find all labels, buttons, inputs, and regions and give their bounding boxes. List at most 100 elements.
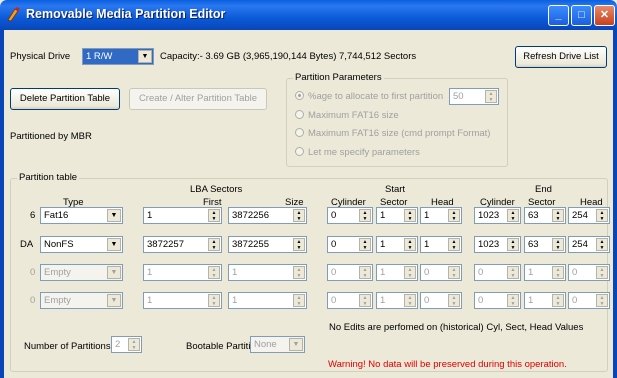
partition-s-sec-value: 1 xyxy=(380,210,386,221)
radio-specify-parameters-label: Let me specify parameters xyxy=(308,147,420,158)
partition-e-head-spinner[interactable]: 254 ▲ ▼ xyxy=(568,236,610,253)
partition-s-cyl-spinner[interactable]: 0 ▲ ▼ xyxy=(327,292,373,309)
partition-e-head-spinner[interactable]: 0 ▲ ▼ xyxy=(568,292,610,309)
header-lba-sectors: LBA Sectors xyxy=(190,184,243,195)
partition-e-cyl-value: 1023 xyxy=(478,239,500,250)
partition-s-head-value: 0 xyxy=(424,295,430,306)
partition-first-spinner[interactable]: 3872257 ▲ ▼ xyxy=(143,236,222,253)
partition-first-value: 1 xyxy=(147,267,153,278)
partition-code: DA xyxy=(20,239,34,250)
partition-size-spinner[interactable]: 1 ▲ ▼ xyxy=(228,264,307,281)
partition-s-head-value: 1 xyxy=(424,210,430,221)
spinner-arrows-icon: ▲ ▼ xyxy=(552,238,564,251)
spinner-arrows-icon: ▲ ▼ xyxy=(404,266,416,279)
partition-s-sec-value: 1 xyxy=(380,267,386,278)
refresh-drive-list-button[interactable]: Refresh Drive List xyxy=(515,46,607,68)
spinner-arrows-icon: ▲ ▼ xyxy=(359,238,371,251)
partition-e-sec-spinner[interactable]: 63 ▲ ▼ xyxy=(524,236,566,253)
partition-first-spinner[interactable]: 1 ▲ ▼ xyxy=(143,292,222,309)
partition-size-spinner[interactable]: 3872256 ▲ ▼ xyxy=(228,207,307,224)
chevron-down-icon: ▼ xyxy=(138,50,152,63)
maximize-button[interactable]: □ xyxy=(571,5,592,26)
partition-s-head-spinner[interactable]: 0 ▲ ▼ xyxy=(420,292,462,309)
radio-max-fat16[interactable]: Maximum FAT16 size xyxy=(295,110,399,121)
partition-e-cyl-spinner[interactable]: 1023 ▲ ▼ xyxy=(474,236,521,253)
partition-e-sec-spinner[interactable]: 1 ▲ ▼ xyxy=(524,264,566,281)
partition-s-head-spinner[interactable]: 1 ▲ ▼ xyxy=(420,236,462,253)
window-frame-left xyxy=(0,30,4,378)
spinner-arrows-icon: ▲ ▼ xyxy=(552,294,564,307)
spinner-arrows-icon: ▲ ▼ xyxy=(552,209,564,222)
partition-s-cyl-spinner[interactable]: 0 ▲ ▼ xyxy=(327,207,373,224)
partition-table-legend: Partition table xyxy=(17,172,80,183)
partition-type-select[interactable]: Empty ▼ xyxy=(40,292,123,309)
radio-percentage-label: %age to allocate to first partition xyxy=(308,91,444,102)
partition-s-cyl-spinner[interactable]: 0 ▲ ▼ xyxy=(327,236,373,253)
partition-first-spinner[interactable]: 1 ▲ ▼ xyxy=(143,207,222,224)
physical-drive-label: Physical Drive xyxy=(10,51,71,62)
spinner-arrows-icon: ▲ ▼ xyxy=(359,294,371,307)
historical-note: No Edits are perfomed on (historical) Cy… xyxy=(329,322,584,333)
partition-s-cyl-value: 0 xyxy=(331,210,337,221)
partition-e-sec-spinner[interactable]: 63 ▲ ▼ xyxy=(524,207,566,224)
spinner-arrows-icon: ▲ ▼ xyxy=(596,266,608,279)
partition-s-head-spinner[interactable]: 0 ▲ ▼ xyxy=(420,264,462,281)
partition-e-cyl-spinner[interactable]: 0 ▲ ▼ xyxy=(474,264,521,281)
partition-type-select[interactable]: Fat16 ▼ xyxy=(40,207,123,224)
delete-partition-table-button[interactable]: Delete Partition Table xyxy=(10,88,120,110)
partition-e-cyl-spinner[interactable]: 1023 ▲ ▼ xyxy=(474,207,521,224)
minimize-button[interactable]: _ xyxy=(548,5,569,26)
partition-s-sec-spinner[interactable]: 1 ▲ ▼ xyxy=(376,292,418,309)
create-alter-partition-table-button[interactable]: Create / Alter Partition Table xyxy=(129,88,267,110)
spinner-arrows-icon: ▲ ▼ xyxy=(448,294,460,307)
partition-e-head-value: 0 xyxy=(572,295,578,306)
percentage-spinner[interactable]: 50 ▲ ▼ xyxy=(449,88,499,105)
spinner-arrows-icon: ▲ ▼ xyxy=(507,294,519,307)
partition-code: 0 xyxy=(30,267,36,278)
spinner-arrows-icon: ▲ ▼ xyxy=(293,294,305,307)
partition-e-sec-spinner[interactable]: 1 ▲ ▼ xyxy=(524,292,566,309)
radio-icon xyxy=(295,128,304,137)
partition-s-cyl-spinner[interactable]: 0 ▲ ▼ xyxy=(327,264,373,281)
partition-size-spinner[interactable]: 3872255 ▲ ▼ xyxy=(228,236,307,253)
partition-code: 0 xyxy=(30,295,36,306)
partition-parameters-legend: Partition Parameters xyxy=(293,72,384,83)
partition-s-sec-spinner[interactable]: 1 ▲ ▼ xyxy=(376,236,418,253)
spinner-arrows-icon: ▲ ▼ xyxy=(596,294,608,307)
number-of-partitions-spinner[interactable]: 2 ▲ ▼ xyxy=(111,336,142,353)
partition-size-spinner[interactable]: 1 ▲ ▼ xyxy=(228,292,307,309)
chevron-down-icon: ▼ xyxy=(289,338,303,351)
partition-first-value: 1 xyxy=(147,210,153,221)
partition-e-head-spinner[interactable]: 0 ▲ ▼ xyxy=(568,264,610,281)
partition-e-sec-value: 1 xyxy=(528,295,534,306)
partition-type-select[interactable]: Empty ▼ xyxy=(40,264,123,281)
spinner-arrows-icon: ▲ ▼ xyxy=(507,266,519,279)
physical-drive-value: 1 R/W xyxy=(86,51,113,62)
header-start: Start xyxy=(385,184,406,195)
percentage-value: 50 xyxy=(453,91,464,102)
radio-specify-parameters[interactable]: Let me specify parameters xyxy=(295,147,420,158)
number-of-partitions-label: Number of Partitions xyxy=(24,341,111,352)
spinner-arrows-icon: ▲ ▼ xyxy=(293,238,305,251)
partition-e-cyl-spinner[interactable]: 0 ▲ ▼ xyxy=(474,292,521,309)
title-bar[interactable]: Removable Media Partition Editor _ □ ✕ xyxy=(0,0,617,30)
partition-s-cyl-value: 0 xyxy=(331,239,337,250)
close-button[interactable]: ✕ xyxy=(594,5,615,26)
spinner-arrows-icon: ▲ ▼ xyxy=(552,266,564,279)
partition-s-sec-spinner[interactable]: 1 ▲ ▼ xyxy=(376,264,418,281)
radio-icon xyxy=(295,147,304,156)
partition-e-head-value: 254 xyxy=(572,210,588,221)
partition-e-head-spinner[interactable]: 254 ▲ ▼ xyxy=(568,207,610,224)
capacity-text: Capacity:- 3.69 GB (3,965,190,144 Bytes)… xyxy=(160,51,417,62)
partition-s-head-spinner[interactable]: 1 ▲ ▼ xyxy=(420,207,462,224)
radio-percentage[interactable]: %age to allocate to first partition xyxy=(295,91,443,102)
physical-drive-select[interactable]: 1 R/W ▼ xyxy=(82,48,154,65)
bootable-partition-select[interactable]: None ▼ xyxy=(250,336,305,353)
partition-s-cyl-value: 0 xyxy=(331,295,337,306)
partition-s-sec-spinner[interactable]: 1 ▲ ▼ xyxy=(376,207,418,224)
partition-e-head-value: 0 xyxy=(572,267,578,278)
partition-type-select[interactable]: NonFS ▼ xyxy=(40,236,123,253)
radio-icon xyxy=(295,110,304,119)
partition-first-spinner[interactable]: 1 ▲ ▼ xyxy=(143,264,222,281)
radio-max-fat16-cmd[interactable]: Maximum FAT16 size (cmd prompt Format) xyxy=(295,128,490,139)
